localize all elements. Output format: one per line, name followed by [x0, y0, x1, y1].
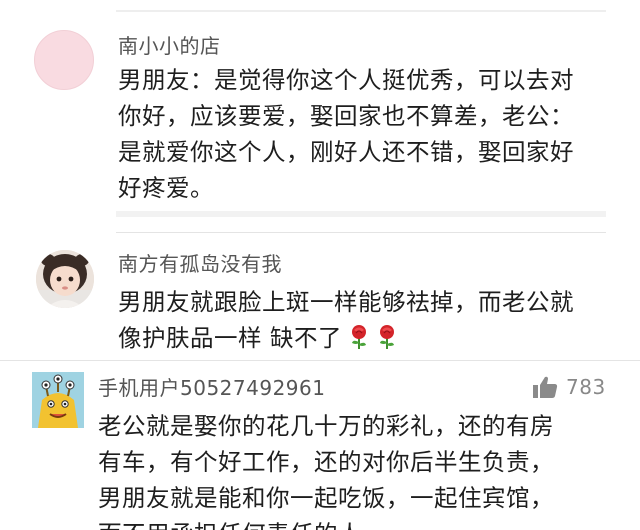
- like-count: 783: [566, 375, 606, 399]
- like-button[interactable]: 783: [532, 374, 606, 400]
- avatar[interactable]: [32, 372, 84, 428]
- comment-username[interactable]: 手机用户50527492961: [98, 376, 325, 400]
- comment-line: 男朋友就是能和你一起吃饭，一起住宾馆，: [98, 484, 554, 512]
- comment-username[interactable]: 南方有孤岛没有我: [118, 252, 282, 276]
- top-divider: [116, 10, 606, 12]
- rose-icon: [379, 325, 394, 349]
- reply-area[interactable]: [116, 211, 606, 217]
- monster-avatar-icon: [32, 372, 84, 428]
- little-girl-avatar-icon: [36, 250, 94, 308]
- comment-line: 你好，应该要爱，娶回家也不算差，老公：: [118, 102, 574, 130]
- avatar[interactable]: [34, 30, 94, 90]
- comment-divider: [116, 232, 606, 233]
- comment-text: 老公就是娶你的花几十万的彩礼，还的有房 有车，有个好工作，还的对你后半生负责， …: [98, 408, 554, 530]
- comment-line: 老公就是娶你的花几十万的彩礼，还的有房: [98, 412, 554, 440]
- comment-username[interactable]: 南小小的店: [118, 34, 221, 58]
- comment-feed: 南小小的店 男朋友：是觉得你这个人挺优秀，可以去对 你好，应该要爱，娶回家也不算…: [0, 0, 640, 530]
- comment-line: 像护肤品一样 缺不了: [118, 324, 342, 352]
- comment-divider: [0, 360, 640, 361]
- comment-text: 男朋友：是觉得你这个人挺优秀，可以去对 你好，应该要爱，娶回家也不算差，老公： …: [118, 62, 574, 206]
- comment-line: 是就爱你这个人，刚好人还不错，娶回家好: [118, 138, 574, 166]
- comment-line: 男朋友：是觉得你这个人挺优秀，可以去对: [118, 66, 574, 94]
- rose-icon: [351, 325, 366, 349]
- avatar[interactable]: [36, 250, 94, 308]
- comment-line: 好疼爱。: [118, 174, 214, 202]
- comment-line: 而不用承担任何责任的人: [98, 516, 554, 530]
- comment-text: 男朋友就跟脸上斑一样能够祛掉，而老公就 像护肤品一样 缺不了: [118, 284, 574, 356]
- comment-line: 男朋友就跟脸上斑一样能够祛掉，而老公就: [118, 288, 574, 316]
- comment-line-with-emoji: 像护肤品一样 缺不了: [118, 320, 574, 356]
- comment-line: 有车，有个好工作，还的对你后半生负责，: [98, 448, 554, 476]
- thumbs-up-icon: [533, 376, 558, 398]
